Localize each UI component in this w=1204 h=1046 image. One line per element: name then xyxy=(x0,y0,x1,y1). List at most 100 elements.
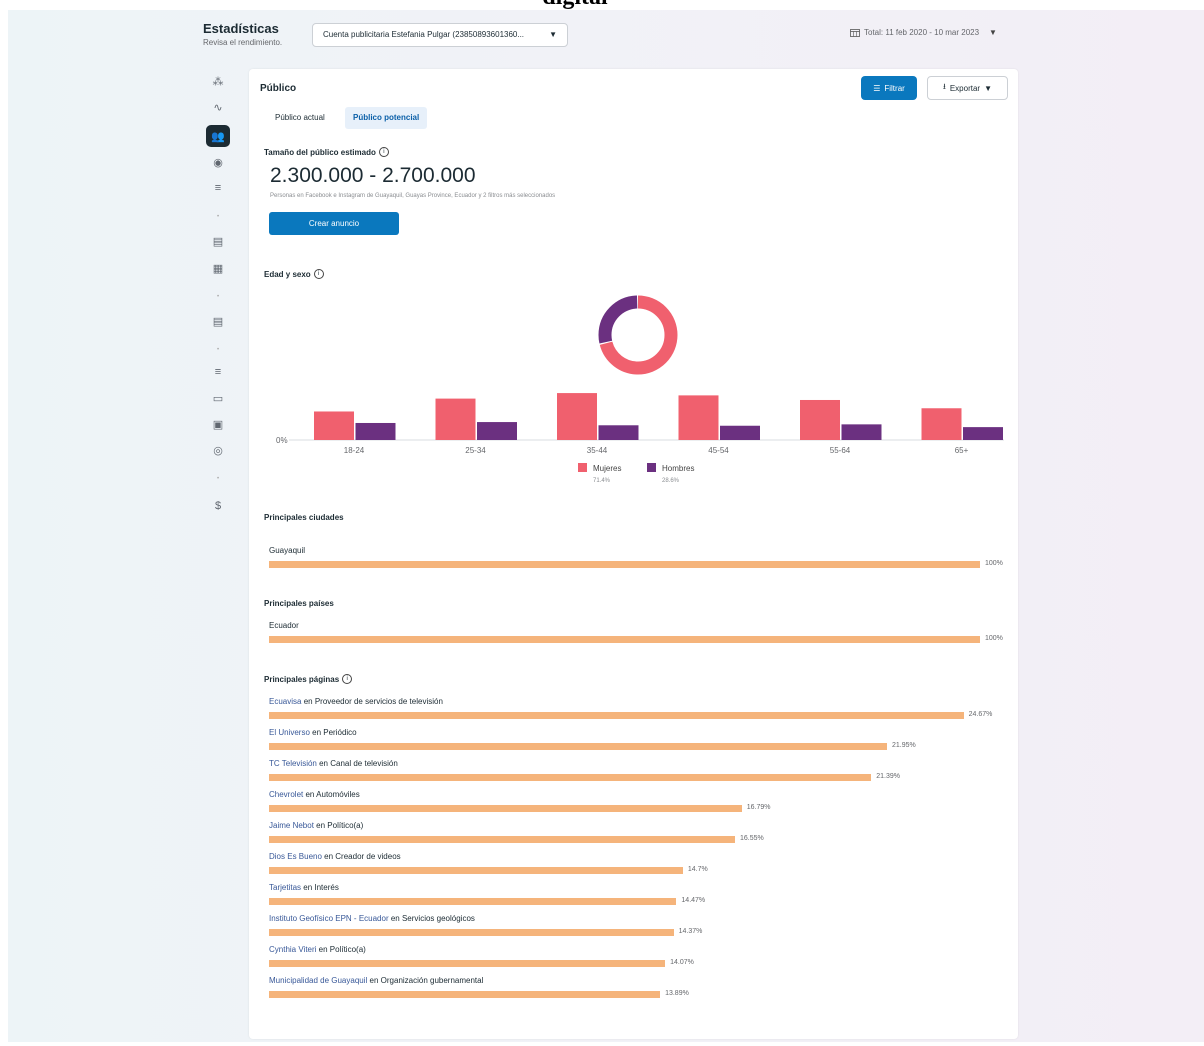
page-row: Jaime Nebot en Político(a) 16.55% xyxy=(269,821,1009,843)
filter-button[interactable]: ☰ Filtrar xyxy=(861,76,917,100)
legend-label: Hombres xyxy=(662,464,694,473)
x-tick-label: 35-44 xyxy=(587,446,608,455)
bar-track: 21.95% xyxy=(269,742,1009,750)
shield-icon[interactable]: ▣ xyxy=(206,413,230,435)
audience-icon[interactable]: 👥 xyxy=(206,125,230,147)
video-icon[interactable]: ▭ xyxy=(206,387,230,409)
page-row: Tarjetitas en Interés 14.47% xyxy=(269,883,1009,905)
page-percent: 16.55% xyxy=(739,835,764,842)
country-bar xyxy=(269,636,980,643)
bar-mujeres-25-34 xyxy=(435,398,476,440)
search-list-icon[interactable]: ≡ xyxy=(206,361,230,383)
pages-title-text: Principales páginas xyxy=(264,674,340,684)
bar-track: 14.7% xyxy=(269,866,1009,874)
page-bar xyxy=(269,774,872,781)
clapper-icon[interactable]: ▤ xyxy=(206,310,230,332)
page-category: en Interés xyxy=(303,883,339,892)
table-icon[interactable]: ▦ xyxy=(206,257,230,279)
page-row: Ecuavisa en Proveedor de servicios de te… xyxy=(269,697,1009,719)
cities-title: Principales ciudades xyxy=(264,513,344,522)
bar-hombres-55-64 xyxy=(841,424,882,440)
filter-label: Filtrar xyxy=(884,83,905,93)
bar-mujeres-18-24 xyxy=(314,411,354,440)
page-percent: 24.67% xyxy=(968,711,993,718)
comment-icon[interactable]: ◉ xyxy=(206,151,230,173)
clapper-icon[interactable]: ▤ xyxy=(206,230,230,252)
search-list-icon[interactable]: ≡ xyxy=(206,177,230,199)
page-label: Cynthia Viteri en Político(a) xyxy=(269,945,1009,957)
page-bar xyxy=(269,960,666,967)
audience-card: Público ☰ Filtrar ⭳ Exportar ▼ Público a… xyxy=(249,69,1018,1039)
page-link[interactable]: Tarjetitas xyxy=(269,883,301,892)
page-link[interactable]: Cynthia Viteri xyxy=(269,945,316,954)
date-range-label: Total: 11 feb 2020 - 10 mar 2023 xyxy=(864,28,980,37)
city-bar xyxy=(269,561,980,568)
info-icon[interactable]: i xyxy=(342,674,353,684)
tab-current-audience[interactable]: Público actual xyxy=(267,107,333,129)
page-link[interactable]: Dios Es Bueno xyxy=(269,852,322,861)
page-category: en Canal de televisión xyxy=(319,759,398,768)
bar-hombres-25-34 xyxy=(477,422,517,440)
page-category: en Proveedor de servicios de televisión xyxy=(303,697,443,706)
x-tick-label: 65+ xyxy=(955,446,969,455)
separator-dot: • xyxy=(216,476,220,482)
city-percent: 100% xyxy=(985,560,1003,567)
page-link[interactable]: Chevrolet xyxy=(269,790,303,799)
legend-label: Mujeres xyxy=(593,464,621,473)
countries-title: Principales países xyxy=(264,599,334,608)
tab-potential-audience[interactable]: Público potencial xyxy=(345,107,428,129)
page-percent: 14.37% xyxy=(678,928,703,935)
date-range-selector[interactable]: Total: 11 feb 2020 - 10 mar 2023 ▼ xyxy=(850,28,997,37)
account-selector[interactable]: Cuenta publicitaria Estefania Pulgar (23… xyxy=(312,23,568,47)
page-percent: 14.47% xyxy=(681,897,706,904)
city-name: Guayaquil xyxy=(269,546,306,555)
country-row: Ecuador 100% xyxy=(269,621,1009,643)
x-tick-label: 18-24 xyxy=(344,446,365,455)
page-bar xyxy=(269,991,661,998)
page-link[interactable]: Municipalidad de Guayaquil xyxy=(269,976,367,985)
bar-track: 24.67% xyxy=(269,711,1009,719)
caret-down-icon: ▼ xyxy=(989,28,997,37)
page-link[interactable]: TC Televisión xyxy=(269,759,317,768)
legend-swatch-hombres xyxy=(647,463,656,472)
bar-track: 13.89% xyxy=(269,990,1009,998)
dollar-icon[interactable]: $ xyxy=(206,495,230,517)
search-user-icon[interactable]: ◎ xyxy=(206,439,230,461)
info-icon[interactable]: i xyxy=(378,147,389,157)
legend-share: 71.4% xyxy=(593,478,611,484)
export-button[interactable]: ⭳ Exportar ▼ xyxy=(927,76,1008,100)
age-gender-title-text: Edad y sexo xyxy=(264,269,311,279)
page-link[interactable]: Instituto Geofísico EPN - Ecuador xyxy=(269,914,389,923)
hub-icon[interactable]: ⁂ xyxy=(206,70,230,92)
bar-track: 14.37% xyxy=(269,928,1009,936)
page-row: El Universo en Periódico 21.95% xyxy=(269,728,1009,750)
page-percent: 21.39% xyxy=(876,773,900,780)
y-axis-zero-label: 0% xyxy=(276,436,288,445)
page-bar xyxy=(269,929,674,936)
page-link[interactable]: El Universo xyxy=(269,728,310,737)
page-category: en Político(a) xyxy=(318,945,366,954)
page-link[interactable]: Jaime Nebot xyxy=(269,821,314,830)
city-row: Guayaquil 100% xyxy=(269,546,1009,568)
page-category: en Político(a) xyxy=(316,821,364,830)
caret-down-icon: ▼ xyxy=(984,83,992,93)
bar-mujeres-45-54 xyxy=(678,395,719,440)
bar-mujeres-65+ xyxy=(921,408,962,440)
page-percent: 14.7% xyxy=(687,866,708,873)
audience-size-title: Tamaño del público estimado i xyxy=(264,147,389,157)
page-bar xyxy=(269,743,887,750)
page-category: en Organización gubernamental xyxy=(369,976,484,985)
page-row: Instituto Geofísico EPN - Ecuador en Ser… xyxy=(269,914,1009,936)
bar-track: 100% xyxy=(269,635,1009,643)
page-row: Cynthia Viteri en Político(a) 14.07% xyxy=(269,945,1009,967)
page-label: El Universo en Periódico xyxy=(269,728,1009,740)
audience-size-title-text: Tamaño del público estimado xyxy=(264,147,376,157)
page-link[interactable]: Ecuavisa xyxy=(269,697,301,706)
card-title: Público xyxy=(260,83,297,94)
info-icon[interactable]: i xyxy=(313,269,324,279)
bar-track: 14.07% xyxy=(269,959,1009,967)
create-ad-button[interactable]: Crear anuncio xyxy=(269,212,399,235)
trend-icon[interactable]: ∿ xyxy=(206,96,230,118)
page-row: Chevrolet en Automóviles 16.79% xyxy=(269,790,1009,812)
page-label: Dios Es Bueno en Creador de videos xyxy=(269,852,1009,864)
